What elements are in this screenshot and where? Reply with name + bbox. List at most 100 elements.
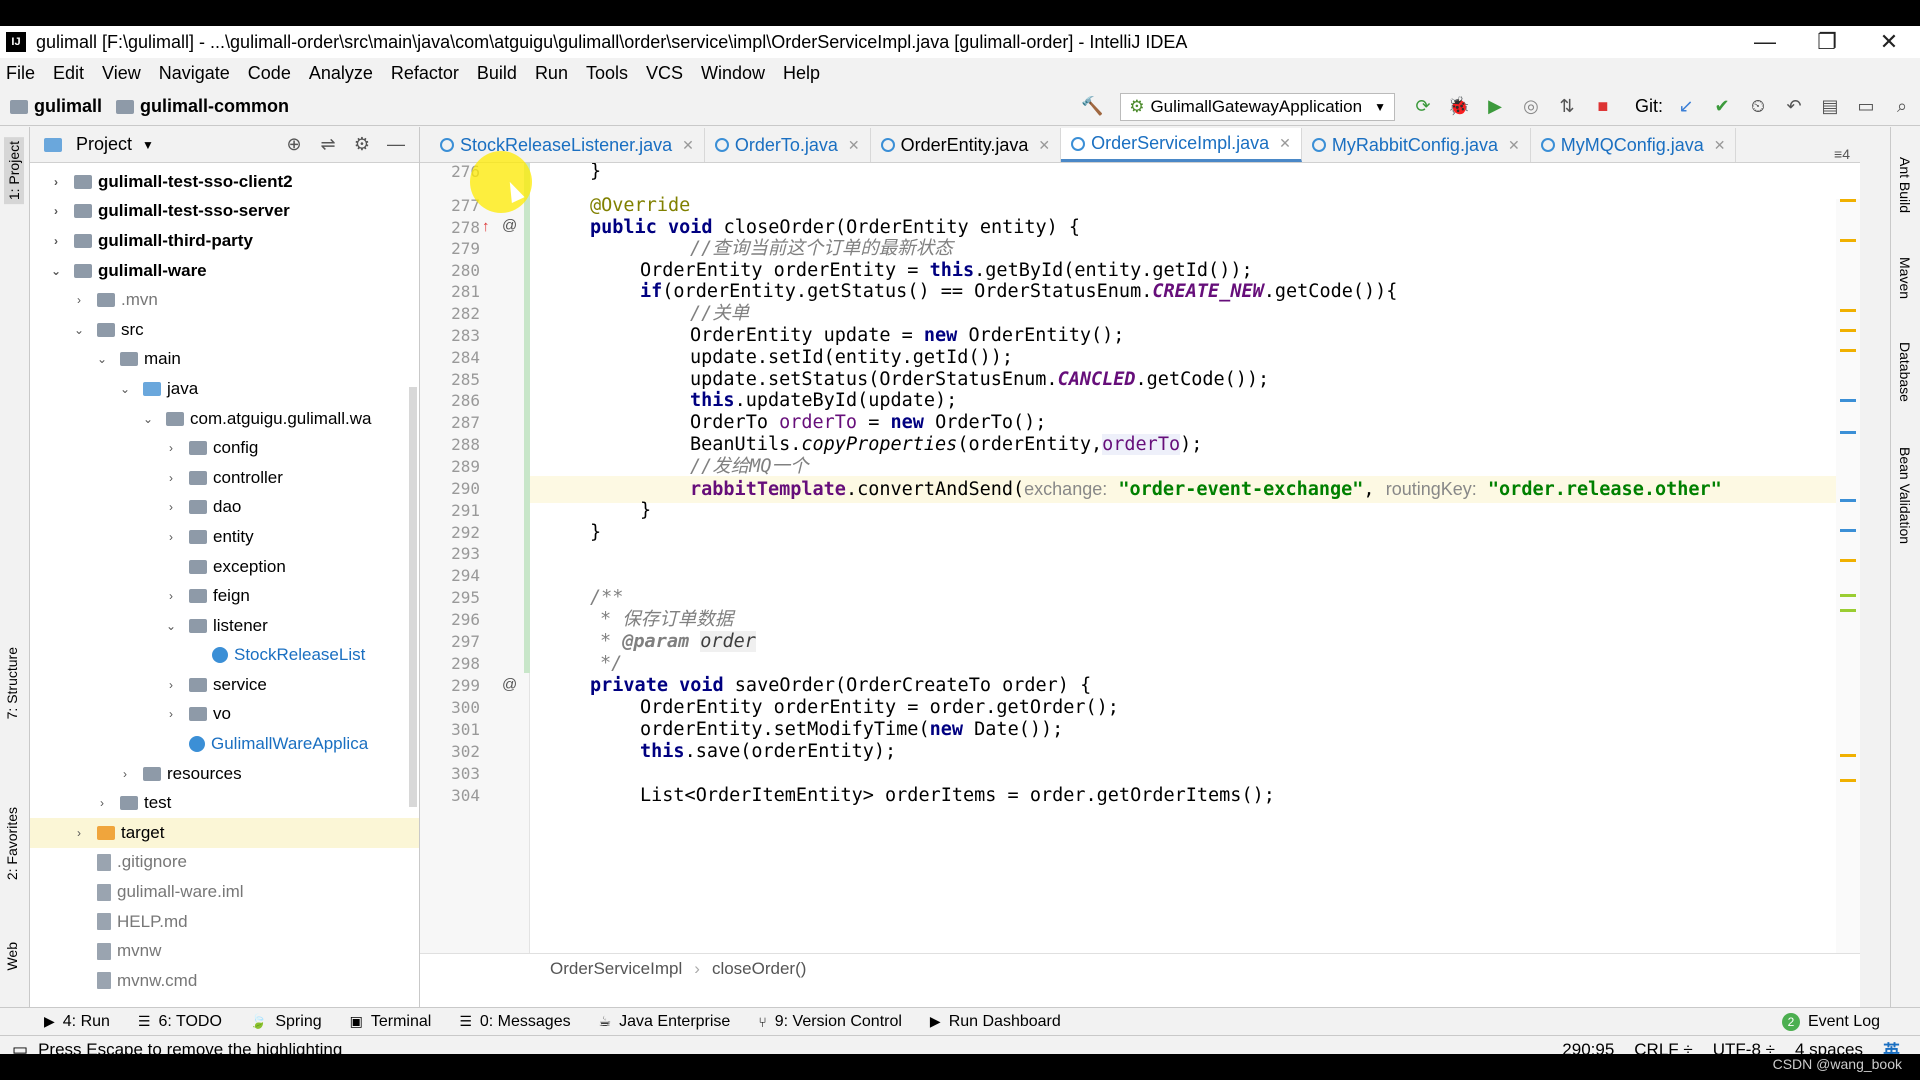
breadcrumb-method[interactable]: closeOrder() bbox=[712, 959, 806, 979]
attach-icon[interactable]: ⇅ bbox=[1554, 94, 1580, 120]
tool-window-version-control[interactable]: ⑂ 9: Version Control bbox=[758, 1013, 902, 1031]
nav-crumb-gulimall[interactable]: gulimall bbox=[10, 96, 102, 117]
tree-node[interactable]: › config bbox=[30, 433, 419, 463]
tool-window-java-enterprise[interactable]: ☕ Java Enterprise bbox=[599, 1013, 731, 1031]
git-update-icon[interactable]: ↙ bbox=[1673, 94, 1699, 120]
tree-node[interactable]: › .mvn bbox=[30, 285, 419, 315]
project-structure-icon[interactable]: ▤ bbox=[1817, 94, 1843, 120]
chevron-right-icon[interactable]: › bbox=[71, 826, 87, 840]
menu-vcs[interactable]: VCS bbox=[646, 63, 683, 84]
chevron-right-icon[interactable]: › bbox=[48, 234, 64, 248]
tree-node[interactable]: › controller bbox=[30, 463, 419, 493]
tree-node[interactable]: GulimallWareApplica bbox=[30, 729, 419, 759]
menu-edit[interactable]: Edit bbox=[53, 63, 84, 84]
chevron-right-icon[interactable]: › bbox=[163, 707, 179, 721]
error-stripe-mark[interactable] bbox=[1840, 559, 1856, 562]
tree-node[interactable]: ⌄ src bbox=[30, 315, 419, 345]
chevron-right-icon[interactable]: › bbox=[163, 678, 179, 692]
tab-orderserviceimpl[interactable]: OrderServiceImpl.java ✕ bbox=[1061, 128, 1302, 162]
tree-node[interactable]: › resources bbox=[30, 759, 419, 789]
tool-window-event-log[interactable]: 2 Event Log bbox=[1781, 1012, 1880, 1031]
chevron-right-icon[interactable]: › bbox=[48, 175, 64, 189]
tab-orderentity[interactable]: OrderEntity.java ✕ bbox=[871, 128, 1062, 162]
error-stripe-mark[interactable] bbox=[1840, 431, 1856, 434]
file-encoding[interactable]: UTF-8 ÷ bbox=[1713, 1040, 1775, 1055]
menu-build[interactable]: Build bbox=[477, 63, 517, 84]
tree-node[interactable]: › feign bbox=[30, 581, 419, 611]
git-revert-icon[interactable]: ↶ bbox=[1781, 94, 1807, 120]
minimize-button[interactable]: — bbox=[1734, 29, 1796, 55]
line-separator[interactable]: CRLF ÷ bbox=[1634, 1040, 1692, 1055]
chevron-down-icon[interactable]: ⌄ bbox=[117, 382, 133, 396]
restore-button[interactable]: ❐ bbox=[1796, 29, 1858, 55]
menu-tools[interactable]: Tools bbox=[586, 63, 628, 84]
error-stripe[interactable] bbox=[1836, 199, 1860, 953]
debug-bug-icon[interactable]: 🐞 bbox=[1446, 94, 1472, 120]
code-editor[interactable]: 276 277 278 279 280 281 282 283 284 285 286 287 288 2… bbox=[420, 163, 1860, 953]
git-history-icon[interactable]: ⏲ bbox=[1745, 94, 1771, 120]
tree-node[interactable]: .gitignore bbox=[30, 848, 419, 878]
tool-tab-maven[interactable]: Maven bbox=[1897, 257, 1913, 299]
chevron-right-icon[interactable]: › bbox=[163, 441, 179, 455]
tree-node[interactable]: › dao bbox=[30, 493, 419, 523]
tab-mymqconfig[interactable]: MyMQConfig.java ✕ bbox=[1531, 128, 1737, 162]
tree-node[interactable]: ⌄ com.atguigu.gulimall.wa bbox=[30, 404, 419, 434]
chevron-right-icon[interactable]: › bbox=[71, 293, 87, 307]
chevron-down-icon[interactable]: ⌄ bbox=[94, 352, 110, 366]
chevron-down-icon[interactable]: ⌄ bbox=[140, 412, 156, 426]
tool-tab-database[interactable]: Database bbox=[1897, 342, 1913, 402]
layout-icon[interactable]: ▭ bbox=[1853, 94, 1879, 120]
chevron-down-icon[interactable]: ▼ bbox=[142, 138, 154, 152]
menu-refactor[interactable]: Refactor bbox=[391, 63, 459, 84]
error-stripe-mark[interactable] bbox=[1840, 609, 1856, 612]
tree-node[interactable]: gulimall-ware.iml bbox=[30, 877, 419, 907]
locate-file-icon[interactable]: ⊕ bbox=[277, 134, 311, 155]
tree-node[interactable]: › gulimall-third-party bbox=[30, 226, 419, 256]
tree-node[interactable]: › test bbox=[30, 788, 419, 818]
tab-myrabbitconfig[interactable]: MyRabbitConfig.java ✕ bbox=[1302, 128, 1531, 162]
menu-help[interactable]: Help bbox=[783, 63, 820, 84]
nav-crumb-gulimall-common[interactable]: gulimall-common bbox=[116, 96, 289, 117]
tool-tab-structure[interactable]: 7: Structure bbox=[4, 647, 20, 719]
close-window-button[interactable]: ✕ bbox=[1858, 29, 1920, 55]
tool-window-spring[interactable]: 🍃 Spring bbox=[250, 1013, 322, 1031]
chevron-down-icon[interactable]: ⌄ bbox=[163, 619, 179, 633]
tree-node[interactable]: StockReleaseList bbox=[30, 641, 419, 671]
hide-panel-icon[interactable]: — bbox=[379, 134, 413, 155]
chevron-right-icon[interactable]: › bbox=[163, 530, 179, 544]
tool-window-messages[interactable]: ☰ 0: Messages bbox=[459, 1013, 570, 1031]
chevron-down-icon[interactable]: ⌄ bbox=[48, 264, 64, 278]
tree-node[interactable]: exception bbox=[30, 552, 419, 582]
error-stripe-mark[interactable] bbox=[1840, 399, 1856, 402]
error-stripe-mark[interactable] bbox=[1840, 329, 1856, 332]
tree-node[interactable]: › gulimall-test-sso-server bbox=[30, 197, 419, 227]
menu-analyze[interactable]: Analyze bbox=[309, 63, 373, 84]
stop-icon[interactable]: ■ bbox=[1590, 94, 1616, 120]
tool-tab-project[interactable]: 1: Project bbox=[4, 137, 24, 205]
tool-window-run-dashboard[interactable]: ▶ Run Dashboard bbox=[930, 1013, 1061, 1031]
git-commit-icon[interactable]: ✔ bbox=[1709, 94, 1735, 120]
close-icon[interactable]: ✕ bbox=[682, 137, 694, 154]
chevron-right-icon[interactable]: › bbox=[163, 471, 179, 485]
gear-icon[interactable]: ⚙ bbox=[345, 134, 379, 155]
menu-navigate[interactable]: Navigate bbox=[159, 63, 230, 84]
caret-position[interactable]: 290:95 bbox=[1562, 1040, 1614, 1055]
tab-list-menu[interactable]: ≡4 bbox=[1834, 146, 1850, 162]
search-icon[interactable]: ⌕ bbox=[1889, 94, 1915, 120]
chevron-right-icon[interactable]: › bbox=[94, 796, 110, 810]
error-stripe-mark[interactable] bbox=[1840, 754, 1856, 757]
close-icon[interactable]: ✕ bbox=[1508, 137, 1520, 154]
tool-window-todo[interactable]: ☰ 6: TODO bbox=[138, 1013, 222, 1031]
error-stripe-mark[interactable] bbox=[1840, 499, 1856, 502]
chevron-right-icon[interactable]: › bbox=[117, 767, 133, 781]
tab-orderto[interactable]: OrderTo.java ✕ bbox=[705, 128, 871, 162]
tool-tab-bean-validation[interactable]: Bean Validation bbox=[1897, 447, 1913, 544]
tree-node[interactable]: HELP.md bbox=[30, 907, 419, 937]
error-stripe-mark[interactable] bbox=[1840, 199, 1856, 202]
tool-tab-ant-build[interactable]: Ant Build bbox=[1897, 157, 1913, 213]
status-toggle-icon[interactable]: ▭ bbox=[12, 1040, 28, 1055]
tree-node[interactable]: ⌄ main bbox=[30, 345, 419, 375]
tool-window-run[interactable]: ▶ 4: Run bbox=[44, 1013, 110, 1031]
collapse-all-icon[interactable]: ⇌ bbox=[311, 134, 345, 155]
tree-node[interactable]: ⌄ listener bbox=[30, 611, 419, 641]
